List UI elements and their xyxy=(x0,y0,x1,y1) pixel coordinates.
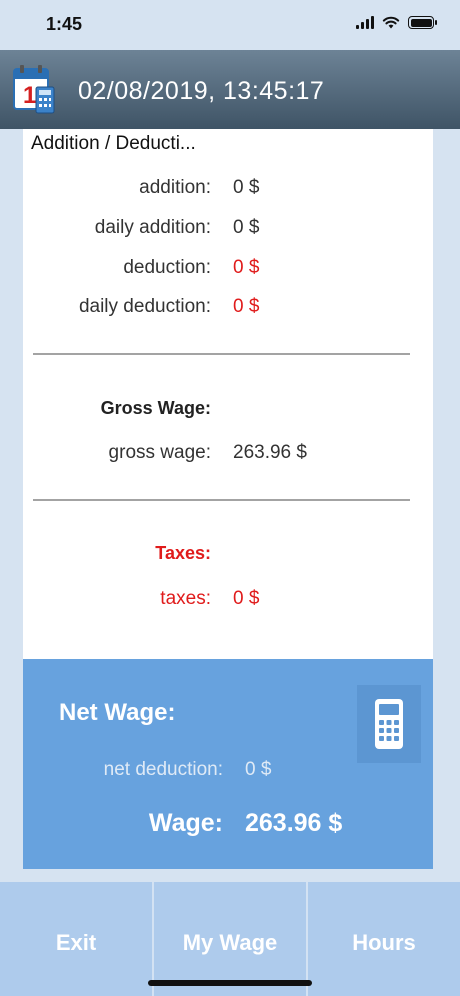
app-header: 1 02/08/2019, 13:45:17 xyxy=(0,50,460,129)
gross-wage-label: gross wage: xyxy=(108,442,211,463)
daily-deduction-value: 0 $ xyxy=(233,296,260,317)
net-deduction-label: net deduction: xyxy=(103,759,223,780)
deduction-row: deduction: 0 $ xyxy=(23,257,433,285)
divider xyxy=(33,499,410,501)
battery-icon xyxy=(408,16,437,29)
status-time: 1:45 xyxy=(46,14,83,34)
addition-value: 0 $ xyxy=(233,177,260,198)
tab-my-wage[interactable]: My Wage xyxy=(152,882,306,996)
svg-text:1: 1 xyxy=(23,82,36,109)
home-indicator xyxy=(148,980,312,986)
net-deduction-value: 0 $ xyxy=(245,759,272,780)
addition-deduction-title: Addition / Deducti... xyxy=(31,133,196,154)
tab-exit[interactable]: Exit xyxy=(0,882,152,996)
net-wage-title: Net Wage: xyxy=(59,699,176,726)
bottom-tab-bar: Exit My Wage Hours xyxy=(0,882,460,996)
calculator-icon xyxy=(375,699,403,749)
calendar-calculator-icon: 1 xyxy=(13,65,55,114)
addition-row: addition: 0 $ xyxy=(23,177,433,205)
daily-addition-row: daily addition: 0 $ xyxy=(23,217,433,245)
wage-label: Wage: xyxy=(148,809,223,837)
calculator-button[interactable] xyxy=(357,685,421,763)
deduction-value: 0 $ xyxy=(233,257,260,278)
daily-deduction-row: daily deduction: 0 $ xyxy=(23,296,433,324)
addition-label: addition: xyxy=(139,177,211,198)
divider xyxy=(33,353,410,355)
deduction-label: deduction: xyxy=(123,257,211,278)
wifi-icon xyxy=(382,16,400,29)
wage-value: 263.96 $ xyxy=(245,809,343,837)
status-bar: 1:45 xyxy=(0,0,460,50)
net-wage-panel: Net Wage: net deduction: 0 $ Wage: 263.9… xyxy=(23,659,433,869)
gross-wage-row: gross wage: 263.96 $ xyxy=(23,442,433,470)
gross-wage-title: Gross Wage: xyxy=(100,398,211,418)
taxes-label: taxes: xyxy=(160,588,211,609)
taxes-value: 0 $ xyxy=(233,588,260,609)
gross-wage-value: 263.96 $ xyxy=(233,442,307,463)
taxes-title: Taxes: xyxy=(155,543,211,563)
taxes-row: taxes: 0 $ xyxy=(23,588,433,616)
daily-addition-label: daily addition: xyxy=(94,217,211,238)
header-datetime: 02/08/2019, 13:45:17 xyxy=(78,77,325,105)
signal-icon xyxy=(356,16,374,29)
tab-hours[interactable]: Hours xyxy=(306,882,460,996)
daily-deduction-label: daily deduction: xyxy=(78,296,211,317)
status-icons xyxy=(356,16,437,29)
daily-addition-value: 0 $ xyxy=(233,217,260,238)
wage-summary-card: Addition / Deducti... addition: 0 $ dail… xyxy=(23,129,433,659)
